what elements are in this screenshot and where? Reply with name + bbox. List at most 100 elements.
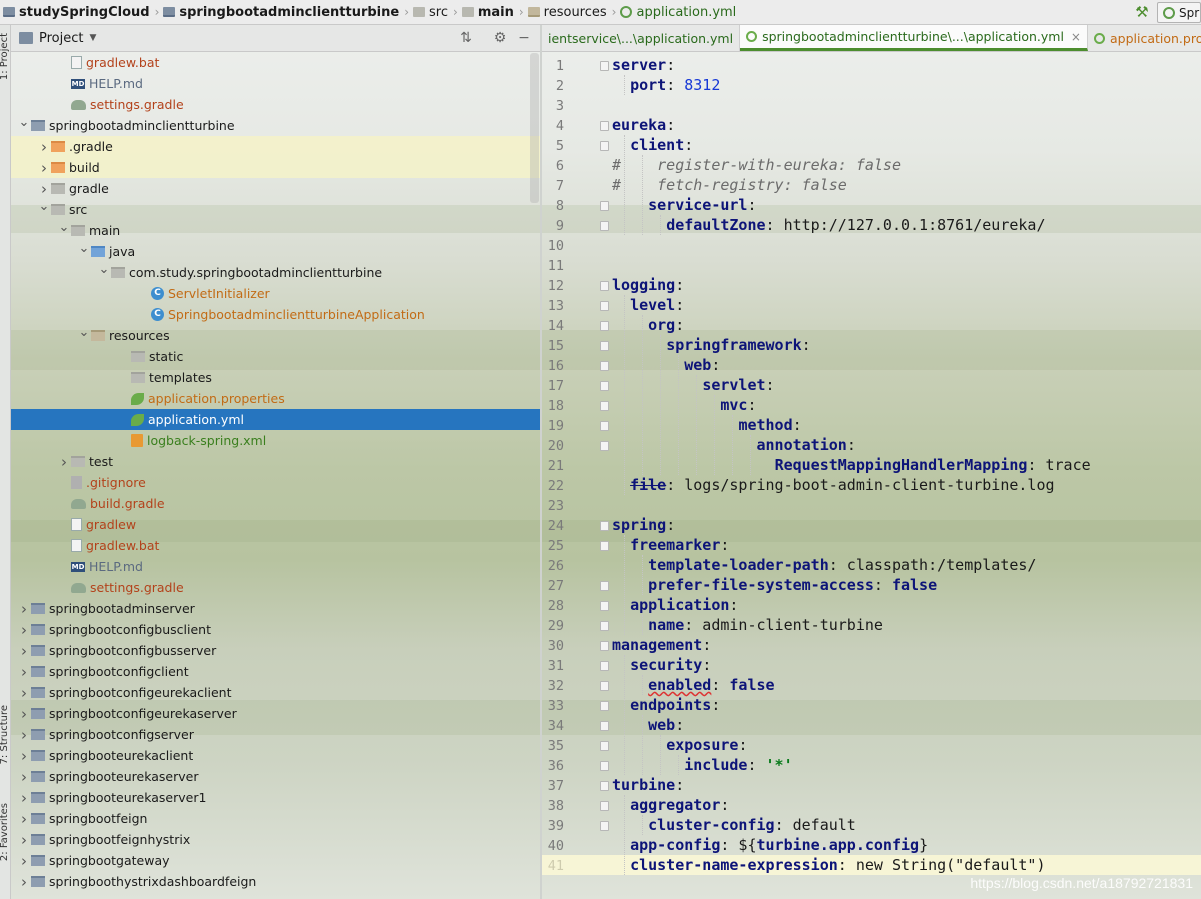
fold-marker-icon[interactable]: [600, 781, 609, 791]
breadcrumb-resources[interactable]: resources: [525, 0, 611, 24]
editor-tab[interactable]: application.propertie: [1088, 25, 1201, 51]
fold-marker-icon[interactable]: [600, 761, 609, 771]
chevron-right-icon[interactable]: ›: [17, 663, 31, 681]
tree-item[interactable]: ⌄ resources: [11, 325, 540, 346]
chevron-right-icon[interactable]: ›: [37, 159, 51, 177]
fold-marker-icon[interactable]: [600, 221, 609, 231]
tree-item[interactable]: ⌄ src: [11, 199, 540, 220]
chevron-right-icon[interactable]: ›: [17, 789, 31, 807]
tree-item[interactable]: C SpringbootadminclientturbineApplication: [11, 304, 540, 325]
tree-item[interactable]: settings.gradle: [11, 577, 540, 598]
fold-marker-icon[interactable]: [600, 381, 609, 391]
tree-scrollbar[interactable]: [530, 53, 539, 203]
fold-marker-icon[interactable]: [600, 421, 609, 431]
breadcrumb-module[interactable]: springbootadminclientturbine: [160, 0, 403, 24]
fold-marker-icon[interactable]: [600, 301, 609, 311]
chevron-right-icon[interactable]: ›: [17, 684, 31, 702]
breadcrumb-file[interactable]: application.yml: [617, 0, 740, 24]
tree-item[interactable]: build.gradle: [11, 493, 540, 514]
tree-item[interactable]: .gitignore: [11, 472, 540, 493]
tree-item[interactable]: ⌄ com.study.springbootadminclientturbine: [11, 262, 540, 283]
chevron-down-icon[interactable]: ⌄: [37, 199, 51, 214]
fold-marker-icon[interactable]: [600, 681, 609, 691]
collapse-all-icon[interactable]: ⇅: [457, 30, 475, 47]
chevron-right-icon[interactable]: ›: [17, 810, 31, 828]
tree-item[interactable]: › springbootconfigeurekaserver: [11, 703, 540, 724]
chevron-down-icon[interactable]: ⌄: [57, 220, 71, 235]
fold-marker-icon[interactable]: [600, 281, 609, 291]
tree-item[interactable]: › springbootconfigclient: [11, 661, 540, 682]
fold-marker-icon[interactable]: [600, 401, 609, 411]
tree-item[interactable]: gradlew: [11, 514, 540, 535]
tree-item[interactable]: › springbootconfigbusclient: [11, 619, 540, 640]
fold-marker-icon[interactable]: [600, 521, 609, 531]
fold-marker-icon[interactable]: [600, 541, 609, 551]
minimize-icon[interactable]: −: [515, 30, 533, 47]
fold-marker-icon[interactable]: [600, 361, 609, 371]
chevron-down-icon[interactable]: ⌄: [77, 241, 91, 256]
chevron-right-icon[interactable]: ›: [17, 705, 31, 723]
tree-item[interactable]: templates: [11, 367, 540, 388]
chevron-right-icon[interactable]: ›: [17, 621, 31, 639]
tree-item[interactable]: application.yml: [11, 409, 540, 430]
chevron-down-icon[interactable]: ⌄: [97, 262, 111, 277]
fold-marker-icon[interactable]: [600, 441, 609, 451]
chevron-down-icon[interactable]: ▼: [89, 33, 96, 43]
tree-item[interactable]: › springbootconfigserver: [11, 724, 540, 745]
tree-item[interactable]: settings.gradle: [11, 94, 540, 115]
breadcrumb-src[interactable]: src: [410, 0, 452, 24]
fold-marker-icon[interactable]: [600, 61, 609, 71]
fold-marker-icon[interactable]: [600, 121, 609, 131]
favorites-tool-button[interactable]: 2: Favorites: [0, 803, 10, 861]
editor-tab[interactable]: springbootadminclientturbine\...\applica…: [740, 25, 1088, 51]
tree-item[interactable]: static: [11, 346, 540, 367]
chevron-right-icon[interactable]: ›: [17, 873, 31, 891]
tree-item[interactable]: › springbootconfigeurekaclient: [11, 682, 540, 703]
code-editor[interactable]: server: port: 8312 eureka: client: # regis…: [542, 52, 1201, 899]
fold-marker-icon[interactable]: [600, 201, 609, 211]
editor-tab[interactable]: ientservice\...\application.yml: [542, 25, 741, 51]
tree-item[interactable]: › springbooteurekaserver: [11, 766, 540, 787]
project-view-selector[interactable]: Project: [39, 31, 83, 46]
tree-item[interactable]: › springbootgateway: [11, 850, 540, 871]
fold-marker-icon[interactable]: [600, 141, 609, 151]
tree-item[interactable]: MD HELP.md: [11, 73, 540, 94]
tree-item[interactable]: › springbootconfigbusserver: [11, 640, 540, 661]
tree-item[interactable]: › springbootfeignhystrix: [11, 829, 540, 850]
chevron-down-icon[interactable]: ⌄: [77, 325, 91, 340]
chevron-right-icon[interactable]: ›: [57, 453, 71, 471]
tree-item[interactable]: ⌄ springbootadminclientturbine: [11, 115, 540, 136]
tree-item[interactable]: › springboothystrixdashboardfeign: [11, 871, 540, 892]
project-tool-button[interactable]: 1: Project: [0, 33, 10, 80]
breadcrumb-project[interactable]: studySpringCloud: [0, 0, 154, 24]
fold-marker-icon[interactable]: [600, 341, 609, 351]
build-hammer-icon[interactable]: ⚒: [1133, 3, 1151, 21]
tree-item[interactable]: › test: [11, 451, 540, 472]
chevron-right-icon[interactable]: ›: [17, 852, 31, 870]
tree-item[interactable]: ⌄ java: [11, 241, 540, 262]
tree-item[interactable]: › gradle: [11, 178, 540, 199]
tree-item[interactable]: › springbootadminserver: [11, 598, 540, 619]
fold-marker-icon[interactable]: [600, 601, 609, 611]
chevron-right-icon[interactable]: ›: [37, 138, 51, 156]
chevron-right-icon[interactable]: ›: [17, 600, 31, 618]
structure-tool-button[interactable]: 7: Structure: [0, 705, 10, 764]
gear-icon[interactable]: ⚙: [491, 30, 509, 47]
chevron-right-icon[interactable]: ›: [17, 726, 31, 744]
fold-marker-icon[interactable]: [600, 821, 609, 831]
tree-item[interactable]: MD HELP.md: [11, 556, 540, 577]
tree-item[interactable]: › springbooteurekaclient: [11, 745, 540, 766]
fold-marker-icon[interactable]: [600, 641, 609, 651]
tree-item[interactable]: logback-spring.xml: [11, 430, 540, 451]
breadcrumb-main[interactable]: main: [459, 0, 518, 24]
fold-marker-icon[interactable]: [600, 581, 609, 591]
chevron-right-icon[interactable]: ›: [17, 768, 31, 786]
close-icon[interactable]: ×: [1071, 30, 1081, 44]
fold-marker-icon[interactable]: [600, 321, 609, 331]
fold-marker-icon[interactable]: [600, 721, 609, 731]
tree-item[interactable]: › springbooteurekaserver1: [11, 787, 540, 808]
chevron-right-icon[interactable]: ›: [17, 831, 31, 849]
tree-item[interactable]: gradlew.bat: [11, 52, 540, 73]
run-configuration-select[interactable]: Spr: [1157, 2, 1201, 23]
tree-item[interactable]: › springbootfeign: [11, 808, 540, 829]
